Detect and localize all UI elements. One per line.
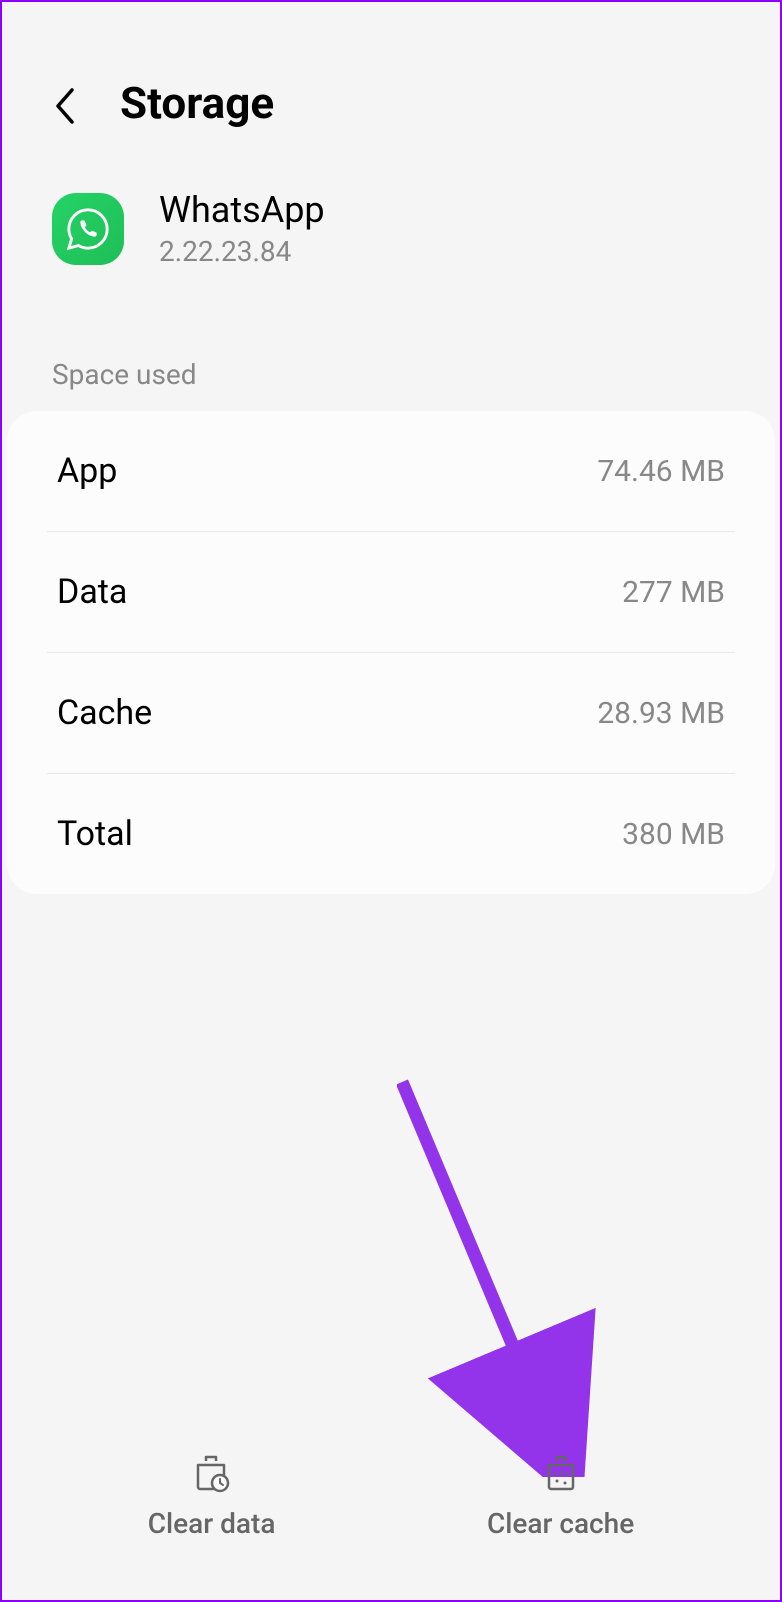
back-icon[interactable] (52, 86, 80, 126)
storage-label-cache: Cache (57, 693, 152, 733)
clear-data-button[interactable]: Clear data (108, 1441, 316, 1550)
trash-cache-icon (539, 1451, 583, 1495)
app-info: WhatsApp 2.22.23.84 (2, 169, 780, 328)
storage-value-total: 380 MB (622, 817, 725, 852)
storage-value-data: 277 MB (622, 575, 725, 610)
arrow-annotation (397, 1077, 597, 1477)
clear-data-label: Clear data (148, 1507, 276, 1540)
storage-label-data: Data (57, 572, 127, 612)
storage-value-app: 74.46 MB (597, 454, 725, 489)
bottom-bar: Clear data Clear cache (2, 1441, 780, 1570)
storage-row-total: Total 380 MB (47, 774, 735, 894)
storage-label-app: App (57, 451, 117, 491)
storage-row-data: Data 277 MB (47, 532, 735, 653)
clear-cache-button[interactable]: Clear cache (447, 1441, 674, 1550)
app-text: WhatsApp 2.22.23.84 (159, 189, 325, 268)
page-title: Storage (120, 77, 274, 129)
trash-data-icon (190, 1451, 234, 1495)
storage-card: App 74.46 MB Data 277 MB Cache 28.93 MB … (7, 411, 775, 894)
storage-value-cache: 28.93 MB (597, 696, 725, 731)
app-name: WhatsApp (159, 189, 325, 231)
clear-cache-label: Clear cache (487, 1507, 634, 1540)
whatsapp-icon (52, 193, 124, 265)
storage-label-total: Total (57, 814, 133, 854)
header: Storage (2, 2, 780, 169)
storage-row-app: App 74.46 MB (47, 411, 735, 532)
app-version: 2.22.23.84 (159, 235, 325, 268)
section-title: Space used (2, 328, 780, 411)
storage-row-cache: Cache 28.93 MB (47, 653, 735, 774)
